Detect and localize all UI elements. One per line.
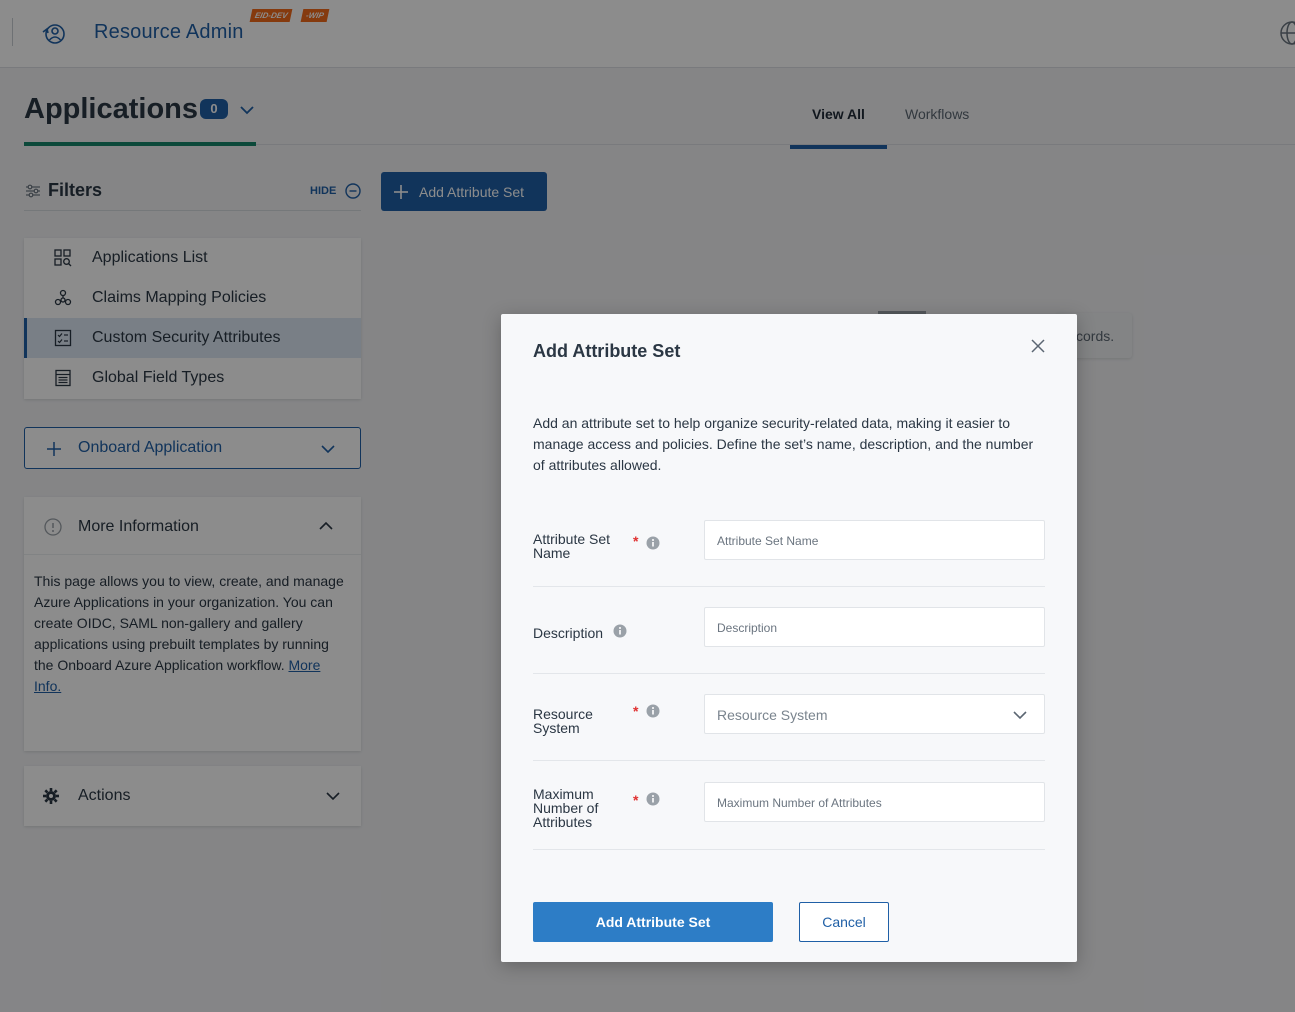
info-icon[interactable] (646, 536, 660, 550)
info-icon[interactable] (646, 792, 660, 806)
resource-system-placeholder: Resource System (717, 707, 828, 723)
maximum-number-of-attributes-input[interactable]: Maximum Number of Attributes (704, 782, 1045, 822)
submit-add-attribute-set-button[interactable]: Add Attribute Set (533, 902, 773, 942)
required-mark: * (633, 792, 639, 808)
field-label: Attribute Set Name (533, 531, 611, 561)
chevron-down-icon (1013, 711, 1027, 720)
description-input[interactable]: Description (704, 607, 1045, 647)
field-label: Maximum Number of Attributes (533, 786, 599, 830)
required-mark: * (633, 703, 639, 719)
required-mark: * (633, 533, 639, 549)
info-icon[interactable] (613, 624, 627, 638)
resource-system-select[interactable]: Resource System (704, 694, 1045, 734)
attribute-set-name-input[interactable]: Attribute Set Name (704, 520, 1045, 560)
info-icon[interactable] (646, 704, 660, 718)
field-label: Description (533, 625, 604, 641)
modal-title: Add Attribute Set (533, 341, 681, 361)
close-icon[interactable] (1028, 336, 1048, 356)
field-label: Resource System (533, 706, 593, 736)
modal-description: Add an attribute set to help organize se… (533, 415, 1034, 473)
field-row-maximum-attributes: Maximum Number of Attributes * Maximum N… (533, 782, 1045, 850)
field-row-resource-system: Resource System * Resource System (533, 694, 1045, 761)
cancel-button[interactable]: Cancel (799, 902, 889, 942)
field-row-attribute-set-name: Attribute Set Name * Attribute Set Name (533, 520, 1045, 587)
field-row-description: Description Description (533, 607, 1045, 674)
add-attribute-set-modal: Add Attribute Set Add an attribute set t… (501, 314, 1077, 962)
